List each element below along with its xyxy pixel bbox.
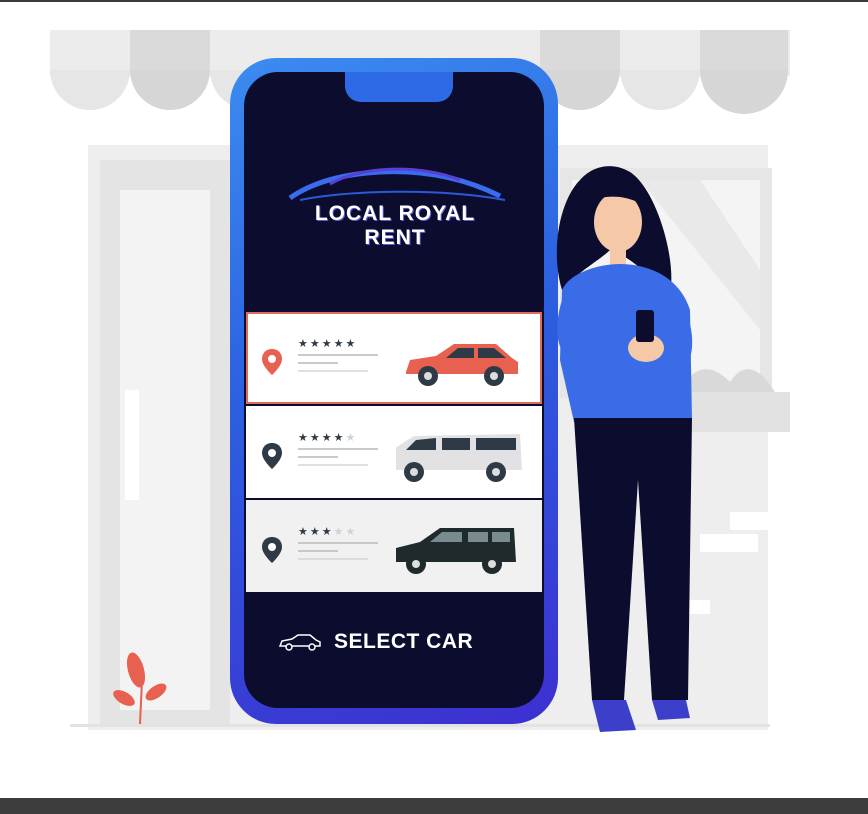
car-list-item-3[interactable]: ★★★★★ bbox=[246, 500, 542, 592]
location-pin-icon bbox=[262, 537, 282, 563]
detail-lines bbox=[298, 448, 378, 466]
phone-notch bbox=[345, 72, 453, 102]
detail-lines bbox=[298, 354, 378, 372]
car-van-icon bbox=[396, 434, 522, 482]
car-list-item-2[interactable]: ★★★★★ bbox=[246, 406, 542, 498]
car-jeep-icon bbox=[396, 528, 516, 574]
rating-stars: ★★★★★ bbox=[298, 432, 358, 444]
brand-logo: LOCAL ROYAL RENT bbox=[270, 160, 520, 260]
brand-name-line2: RENT bbox=[364, 226, 426, 249]
detail-lines bbox=[298, 542, 378, 560]
woman-with-phone-illustration bbox=[556, 166, 693, 732]
plant-illustration bbox=[113, 652, 167, 725]
car-outline-icon bbox=[278, 634, 321, 651]
rating-stars: ★★★★★ bbox=[298, 526, 358, 538]
brand-name-line1: LOCAL ROYAL bbox=[314, 202, 476, 225]
car-suv-icon bbox=[406, 344, 518, 386]
location-pin-icon bbox=[262, 443, 282, 469]
select-car-label: SELECT CAR bbox=[334, 630, 474, 653]
select-car-button[interactable]: SELECT CAR bbox=[246, 600, 542, 686]
bottom-bar bbox=[0, 798, 868, 814]
car-list-item-1[interactable]: ★★★★★ bbox=[246, 312, 542, 404]
location-pin-icon bbox=[262, 349, 282, 375]
rating-stars: ★★★★★ bbox=[298, 338, 358, 350]
